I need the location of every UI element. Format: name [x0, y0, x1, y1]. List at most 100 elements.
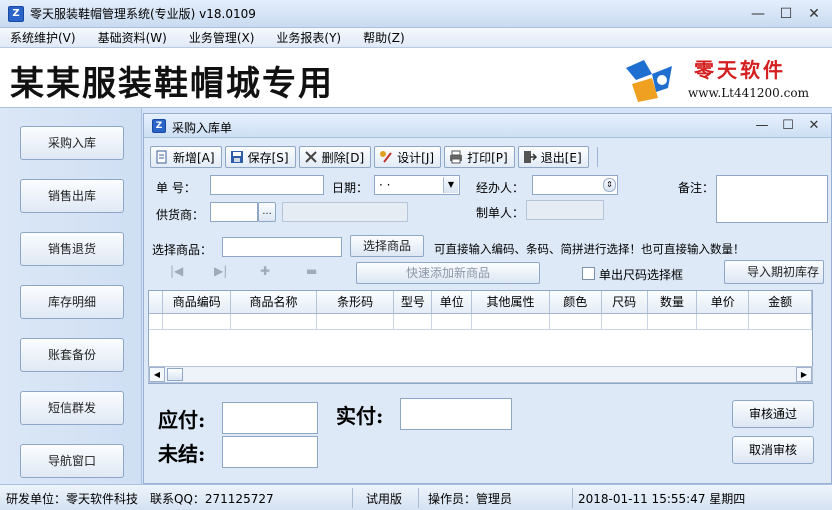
unsettled-label: 未结: [158, 442, 206, 466]
supplier-name-field [282, 202, 408, 222]
remark-field[interactable] [716, 175, 828, 223]
design-button[interactable]: 设计[J] [374, 146, 442, 168]
purchase-in-window: Z 采购入库单 — ☐ ✕ 新增[A] 保存[S] 删除[D] 设计[J] 打印… [143, 113, 832, 484]
sidebar-item-stock-detail[interactable]: 库存明细 [20, 285, 124, 319]
inner-maximize-button[interactable]: ☐ [775, 116, 801, 136]
menu-basic-data[interactable]: 基础资料(W) [98, 29, 167, 46]
grid-horizontal-scrollbar[interactable]: ◀ ▶ [148, 366, 813, 383]
handler-label: 经办人： [476, 181, 525, 195]
close-button[interactable]: ✕ [800, 4, 828, 24]
menu-system[interactable]: 系统维护(V) [10, 29, 76, 46]
new-button-label: 新增[A] [173, 150, 215, 165]
save-button[interactable]: 保存[S] [224, 146, 296, 168]
menu-reports[interactable]: 业务报表(Y) [276, 29, 341, 46]
status-qq: 联系QQ：271125727 [150, 492, 274, 506]
grid-header-row: 商品编码 商品名称 条形码 型号 单位 其他属性 颜色 尺码 数量 单价 金额 [149, 291, 812, 314]
col-unit[interactable]: 单位 [431, 291, 473, 314]
col-size[interactable]: 尺码 [601, 291, 648, 314]
sidebar-item-backup[interactable]: 账套备份 [20, 338, 124, 372]
sidebar-item-purchase-in[interactable]: 采购入库 [20, 126, 124, 160]
approve-button[interactable]: 审核通过 [732, 400, 814, 428]
paid-field[interactable] [400, 398, 512, 430]
last-record-icon[interactable]: ▶| [214, 264, 227, 278]
supplier-label: 供货商： [156, 208, 205, 222]
new-doc-icon [156, 150, 167, 164]
col-model[interactable]: 型号 [393, 291, 433, 314]
exit-icon [523, 151, 537, 163]
col-amount[interactable]: 金额 [748, 291, 812, 314]
remark-label: 备注： [678, 181, 715, 195]
logo-url: www.Lt441200.com [688, 86, 809, 100]
col-goods-code[interactable]: 商品编码 [162, 291, 232, 314]
date-picker[interactable]: · · ▼ [374, 175, 460, 195]
col-color[interactable]: 颜色 [549, 291, 602, 314]
exit-button[interactable]: 退出[E] [517, 146, 589, 168]
supplier-field[interactable] [210, 202, 258, 222]
col-unit-price[interactable]: 单价 [696, 291, 750, 314]
window-title: 零天服装鞋帽管理系统(专业版) v18.0109 [30, 7, 256, 21]
sidebar-item-sales-return[interactable]: 销售退货 [20, 232, 124, 266]
save-button-label: 保存[S] [247, 150, 289, 165]
remove-row-icon[interactable]: ▬ [306, 264, 317, 278]
doc-no-field[interactable] [210, 175, 324, 195]
banner: 某某服装鞋帽城专用 零天软件 www.Lt441200.com [0, 48, 832, 108]
col-goods-name[interactable]: 商品名称 [230, 291, 317, 314]
maximize-button[interactable]: ☐ [772, 4, 800, 24]
status-bar: 研发单位：零天软件科技 联系QQ：271125727 试用版 操作员：管理员 2… [0, 484, 832, 510]
unsettled-field[interactable] [222, 436, 318, 468]
size-select-label: 单出尺码选择框 [599, 268, 684, 282]
print-button[interactable]: 打印[P] [444, 146, 515, 168]
inner-close-button[interactable]: ✕ [801, 116, 827, 136]
quick-add-goods-button[interactable]: 快速添加新商品 [356, 262, 540, 284]
add-row-icon[interactable]: ✚ [260, 264, 270, 278]
menu-bar: 系统维护(V) 基础资料(W) 业务管理(X) 业务报表(Y) 帮助(Z) [0, 28, 832, 48]
col-quantity[interactable]: 数量 [647, 291, 698, 314]
supplier-browse-button[interactable]: ... [258, 202, 276, 222]
sidebar-item-sms[interactable]: 短信群发 [20, 391, 124, 425]
delete-button-label: 删除[D] [321, 150, 365, 165]
sidebar: 采购入库 销售出库 销售退货 库存明细 账套备份 短信群发 导航窗口 [0, 108, 142, 484]
purchase-window-title-bar: Z 采购入库单 — ☐ ✕ [144, 114, 831, 138]
print-icon [450, 150, 463, 164]
sidebar-item-sales-out[interactable]: 销售出库 [20, 179, 124, 213]
menu-business[interactable]: 业务管理(X) [189, 29, 255, 46]
exit-button-label: 退出[E] [540, 150, 582, 165]
inner-minimize-button[interactable]: — [749, 116, 775, 136]
select-goods-label: 选择商品： [152, 243, 213, 257]
size-select-checkbox[interactable] [582, 267, 595, 280]
creator-label: 制单人： [476, 206, 525, 220]
new-button[interactable]: 新增[A] [150, 146, 222, 168]
status-operator: 操作员：管理员 [428, 492, 513, 506]
payable-field[interactable] [222, 402, 318, 434]
sidebar-item-nav-window[interactable]: 导航窗口 [20, 444, 124, 478]
scrollbar-thumb[interactable] [167, 368, 183, 381]
delete-button[interactable]: 删除[D] [298, 146, 372, 168]
doc-window-icon: Z [152, 119, 166, 133]
table-row[interactable] [149, 313, 812, 330]
cancel-approve-button[interactable]: 取消审核 [732, 436, 814, 464]
minimize-button[interactable]: — [744, 4, 772, 24]
col-other-attrs[interactable]: 其他属性 [471, 291, 550, 314]
select-goods-field[interactable] [222, 237, 342, 257]
menu-help[interactable]: 帮助(Z) [363, 29, 405, 46]
company-logo-icon [626, 60, 672, 102]
purchase-window-title: 采购入库单 [172, 121, 233, 135]
status-developer: 研发单位：零天软件科技 [6, 492, 139, 506]
date-dropdown-icon[interactable]: ▼ [443, 177, 458, 193]
input-hint: 可直接输入编码、条码、简拼进行选择！也可直接输入数量！ [434, 242, 745, 256]
status-separator [572, 488, 573, 508]
first-record-icon[interactable]: |◀ [170, 264, 183, 278]
import-initial-stock-button[interactable]: 导入期初库存 [724, 260, 824, 284]
scroll-left-icon[interactable]: ◀ [149, 367, 165, 382]
date-label: 日期： [332, 181, 369, 195]
logo-name: 零天软件 [694, 58, 786, 82]
col-barcode[interactable]: 条形码 [316, 291, 395, 314]
scroll-right-icon[interactable]: ▶ [796, 367, 812, 382]
status-edition: 试用版 [366, 492, 403, 506]
select-goods-button[interactable]: 选择商品 [350, 235, 424, 257]
print-button-label: 打印[P] [467, 150, 508, 165]
banner-title: 某某服装鞋帽城专用 [10, 64, 334, 104]
design-button-label: 设计[J] [397, 150, 435, 165]
handler-spin-icon[interactable]: ⇕ [603, 178, 616, 192]
handler-field[interactable]: ⇕ [532, 175, 618, 195]
